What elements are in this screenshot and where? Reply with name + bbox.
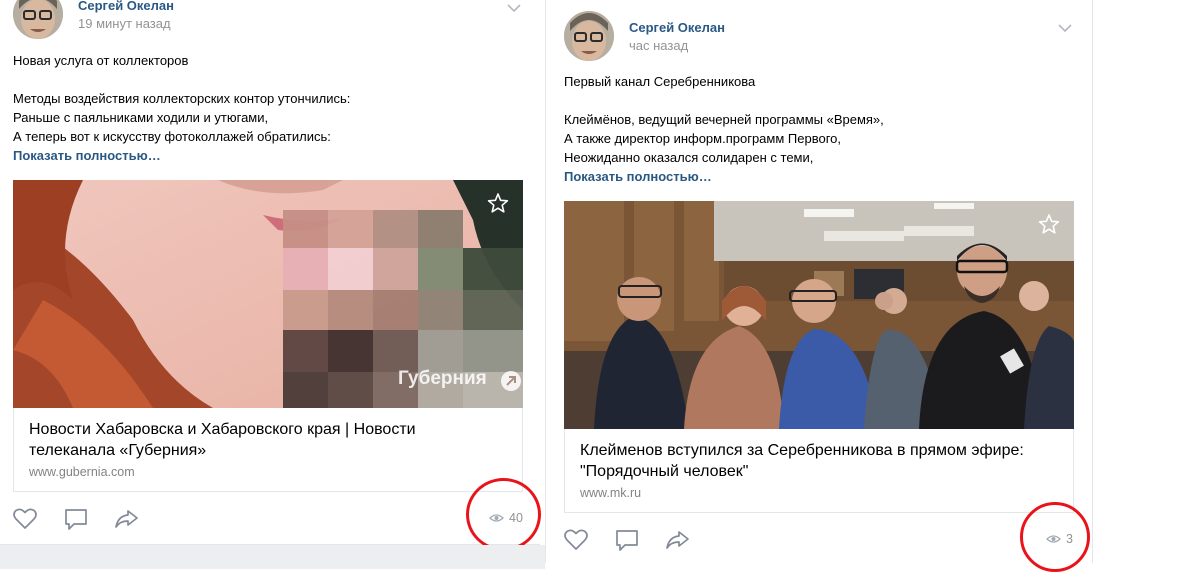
heart-icon[interactable]	[563, 528, 589, 552]
post-text: Новая услуга от коллекторов Методы возде…	[13, 53, 351, 144]
post-2: Сергей Окелан час назад Первый канал Сер…	[545, 0, 1093, 563]
post-text: Первый канал Серебренникова Клеймёнов, в…	[564, 74, 884, 165]
link-title[interactable]: Новости Хабаровска и Хабаровского края |…	[29, 419, 499, 461]
post-image[interactable]	[564, 201, 1074, 429]
link-domain: www.mk.ru	[580, 486, 642, 500]
post-time[interactable]: час назад	[629, 38, 688, 53]
show-more-link[interactable]: Показать полностью…	[13, 148, 161, 163]
author-name[interactable]: Сергей Окелан	[78, 0, 174, 13]
post-1: Сергей Окелан 19 минут назад Новая услуг…	[0, 0, 541, 551]
chevron-down-icon[interactable]	[507, 4, 521, 12]
star-icon[interactable]	[1038, 213, 1060, 235]
watermark-arrow-icon	[501, 371, 521, 391]
comment-icon[interactable]	[63, 507, 89, 531]
link-card[interactable]: Клейменов вступился за Серебренникова в …	[564, 429, 1074, 513]
share-icon[interactable]	[665, 528, 691, 552]
link-domain: www.gubernia.com	[29, 465, 135, 479]
image-watermark: Губерния	[398, 368, 487, 389]
chevron-down-icon[interactable]	[1058, 24, 1072, 32]
comment-icon[interactable]	[614, 528, 640, 552]
star-icon[interactable]	[487, 192, 509, 214]
avatar[interactable]	[13, 0, 63, 39]
share-icon[interactable]	[114, 507, 140, 531]
author-name[interactable]: Сергей Окелан	[629, 20, 725, 35]
annotation-circle	[1020, 502, 1090, 572]
avatar[interactable]	[564, 11, 614, 61]
link-card[interactable]: Новости Хабаровска и Хабаровского края |…	[13, 408, 523, 492]
annotation-circle	[466, 478, 541, 551]
show-more-link[interactable]: Показать полностью…	[564, 169, 712, 184]
feed-gap	[0, 545, 545, 569]
post-image[interactable]: Губерния	[13, 180, 523, 408]
heart-icon[interactable]	[12, 507, 38, 531]
post-time[interactable]: 19 минут назад	[78, 16, 171, 31]
link-title[interactable]: Клейменов вступился за Серебренникова в …	[580, 440, 1050, 482]
